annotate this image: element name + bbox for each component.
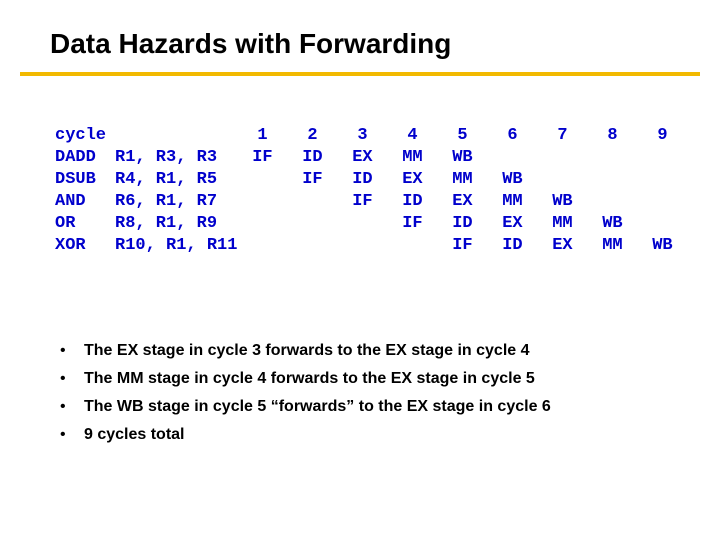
title-underline	[20, 72, 700, 76]
stage-cell: MM	[437, 169, 487, 191]
bullet-icon: •	[60, 368, 84, 390]
stage-cell	[587, 147, 637, 169]
instr-cell: DADD	[55, 147, 115, 169]
stage-cell	[287, 213, 337, 235]
bullet-text: The WB stage in cycle 5 “forwards” to th…	[84, 396, 551, 418]
cycle-header: 8	[587, 125, 637, 147]
slide-title: Data Hazards with Forwarding	[50, 28, 451, 60]
stage-cell: MM	[537, 213, 587, 235]
cycle-header: 2	[287, 125, 337, 147]
bullet-icon: •	[60, 396, 84, 418]
list-item: • The MM stage in cycle 4 forwards to th…	[60, 368, 660, 390]
stage-cell: WB	[437, 147, 487, 169]
stage-cell	[337, 235, 387, 257]
instr-cell: OR	[55, 213, 115, 235]
stage-cell: EX	[437, 191, 487, 213]
stage-cell	[287, 235, 337, 257]
stage-cell	[537, 147, 587, 169]
stage-cell	[637, 191, 687, 213]
ops-cell: R4, R1, R5	[115, 169, 237, 191]
slide: Data Hazards with Forwarding cycle 1 2 3…	[0, 0, 720, 540]
stage-cell: IF	[337, 191, 387, 213]
bullet-text: 9 cycles total	[84, 424, 185, 446]
stage-cell: WB	[487, 169, 537, 191]
stage-cell: MM	[587, 235, 637, 257]
table-header-row: cycle 1 2 3 4 5 6 7 8 9	[55, 125, 687, 147]
stage-cell: IF	[437, 235, 487, 257]
stage-cell: ID	[287, 147, 337, 169]
stage-cell: EX	[337, 147, 387, 169]
stage-cell	[637, 213, 687, 235]
stage-cell: WB	[637, 235, 687, 257]
stage-cell: MM	[387, 147, 437, 169]
list-item: • The EX stage in cycle 3 forwards to th…	[60, 340, 660, 362]
stage-cell	[237, 191, 287, 213]
bullet-icon: •	[60, 424, 84, 446]
stage-cell: ID	[487, 235, 537, 257]
stage-cell	[587, 169, 637, 191]
stage-cell: EX	[487, 213, 537, 235]
ops-cell: R10, R1, R11	[115, 235, 237, 257]
table-row: DSUB R4, R1, R5 IF ID EX MM WB	[55, 169, 687, 191]
stage-cell	[537, 169, 587, 191]
stage-cell: MM	[487, 191, 537, 213]
table-row: AND R6, R1, R7 IF ID EX MM WB	[55, 191, 687, 213]
bullet-text: The MM stage in cycle 4 forwards to the …	[84, 368, 535, 390]
cycle-header: 5	[437, 125, 487, 147]
stage-cell	[287, 191, 337, 213]
stage-cell	[487, 147, 537, 169]
stage-cell: EX	[537, 235, 587, 257]
stage-cell	[637, 169, 687, 191]
cycle-header: 6	[487, 125, 537, 147]
table-row: XOR R10, R1, R11 IF ID EX MM WB	[55, 235, 687, 257]
table-row: DADD R1, R3, R3 IF ID EX MM WB	[55, 147, 687, 169]
cycle-header: 9	[637, 125, 687, 147]
ops-cell: R6, R1, R7	[115, 191, 237, 213]
stage-cell: IF	[387, 213, 437, 235]
stage-cell: IF	[237, 147, 287, 169]
stage-cell	[587, 191, 637, 213]
stage-cell	[337, 213, 387, 235]
table-row: OR R8, R1, R9 IF ID EX MM WB	[55, 213, 687, 235]
bullet-list: • The EX stage in cycle 3 forwards to th…	[60, 340, 660, 452]
stage-cell	[237, 235, 287, 257]
stage-cell: ID	[437, 213, 487, 235]
bullet-text: The EX stage in cycle 3 forwards to the …	[84, 340, 530, 362]
instr-cell: DSUB	[55, 169, 115, 191]
stage-cell: WB	[537, 191, 587, 213]
header-label: cycle	[55, 125, 115, 147]
stage-cell	[387, 235, 437, 257]
cycle-header: 3	[337, 125, 387, 147]
ops-cell: R1, R3, R3	[115, 147, 237, 169]
stage-cell	[237, 213, 287, 235]
bullet-icon: •	[60, 340, 84, 362]
cycle-header: 1	[237, 125, 287, 147]
stage-cell: ID	[387, 191, 437, 213]
header-spacer	[115, 125, 237, 147]
stage-cell	[637, 147, 687, 169]
instr-cell: XOR	[55, 235, 115, 257]
stage-cell: EX	[387, 169, 437, 191]
stage-cell: WB	[587, 213, 637, 235]
instr-cell: AND	[55, 191, 115, 213]
pipeline-table: cycle 1 2 3 4 5 6 7 8 9 DADD R1, R3, R3 …	[55, 125, 687, 257]
stage-cell: ID	[337, 169, 387, 191]
cycle-header: 4	[387, 125, 437, 147]
stage-cell	[237, 169, 287, 191]
list-item: • 9 cycles total	[60, 424, 660, 446]
ops-cell: R8, R1, R9	[115, 213, 237, 235]
cycle-header: 7	[537, 125, 587, 147]
list-item: • The WB stage in cycle 5 “forwards” to …	[60, 396, 660, 418]
stage-cell: IF	[287, 169, 337, 191]
